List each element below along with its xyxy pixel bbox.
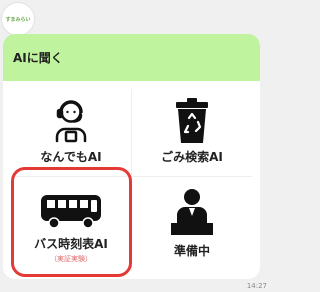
menu-tile-preparing[interactable]: 準備中	[132, 177, 252, 271]
tile-label: 準備中	[173, 244, 210, 258]
highlight-frame	[11, 167, 132, 277]
person-at-desk-icon	[171, 189, 213, 235]
tile-label: なんでもAI	[40, 150, 102, 164]
card-header-title: AIに聞く	[13, 51, 63, 65]
bot-avatar[interactable]: すまみらい	[2, 3, 34, 35]
tile-label: ごみ検索AI	[161, 150, 223, 164]
menu-tile-gomi-search-ai[interactable]: ごみ検索AI	[132, 89, 252, 175]
operator-headset-icon	[55, 100, 87, 143]
menu-tile-nandemo-ai[interactable]: なんでもAI	[11, 89, 131, 175]
card-header: AIに聞く	[3, 34, 260, 81]
recycle-bin-icon	[176, 98, 208, 143]
message-timestamp: 14:27	[246, 282, 267, 290]
avatar-label: すまみらい	[5, 16, 31, 23]
